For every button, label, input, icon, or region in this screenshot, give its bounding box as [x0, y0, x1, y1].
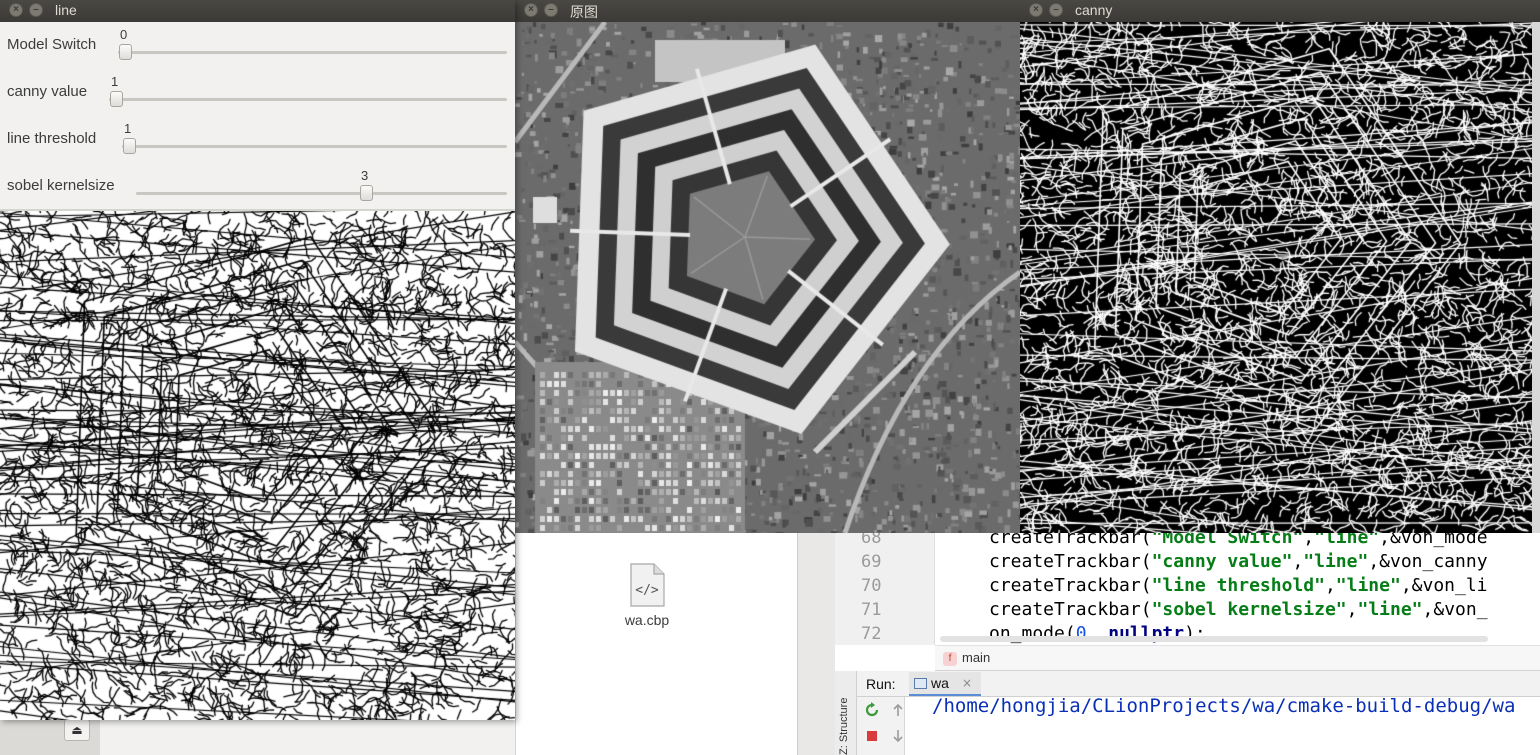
code-text: createTrackbar("line threshold","line",&… — [989, 574, 1488, 598]
code-token: "line" — [1357, 599, 1423, 620]
minimize-icon[interactable]: – — [544, 3, 558, 17]
code-token: "sobel kernelsize" — [1151, 599, 1347, 620]
close-icon[interactable]: × — [9, 3, 23, 17]
trackbar: canny value 1 — [0, 69, 515, 116]
code-token: "line threshold" — [1151, 575, 1325, 596]
eject-icon[interactable]: ⏏ — [64, 719, 90, 741]
line-number: 72 — [861, 624, 882, 644]
code-token: "line" — [1303, 551, 1369, 572]
console-icon — [914, 678, 927, 689]
trackbar: sobel kernelsize 3 — [0, 163, 515, 210]
original-image-window: × – 原图 — [515, 0, 1020, 533]
trackbar-value: 1 — [111, 74, 119, 89]
file-manager: </> wa.cbp — [515, 533, 797, 755]
code-text: createTrackbar("sobel kernelsize","line"… — [989, 598, 1488, 622]
code-token: , — [1324, 575, 1336, 596]
window-titlebar[interactable]: × – 原图 — [515, 0, 1020, 22]
trackbar-label: Model Switch — [7, 36, 97, 53]
trackbar-handle[interactable] — [123, 138, 136, 154]
minimize-icon[interactable]: – — [29, 3, 43, 17]
window-titlebar[interactable]: × – canny — [1020, 0, 1540, 22]
code-token: createTrackbar( — [989, 599, 1152, 620]
trackbar-track[interactable] — [118, 51, 507, 54]
background-scrollbar[interactable] — [1532, 22, 1540, 533]
stop-icon[interactable] — [863, 727, 881, 745]
down-arrow-icon[interactable] — [889, 727, 907, 745]
rerun-icon[interactable] — [863, 701, 881, 719]
line-number: 70 — [861, 576, 882, 596]
code-token: createTrackbar( — [989, 575, 1152, 596]
file-name[interactable]: wa.cbp — [600, 612, 694, 628]
code-token: , — [1292, 551, 1304, 572]
code-line[interactable]: 69 createTrackbar("canny value","line",&v… — [835, 550, 1540, 574]
background-panel — [797, 533, 835, 755]
trackbar: Model Switch 0 — [0, 22, 515, 69]
line-number: 71 — [861, 600, 882, 620]
code-token: "canny value" — [1151, 551, 1293, 572]
ide-window: 68 createTrackbar("Model Switch","line",&… — [835, 527, 1540, 755]
svg-text:</>: </> — [635, 583, 659, 598]
trackbar-track[interactable] — [136, 192, 507, 195]
trackbar-value: 0 — [120, 27, 128, 42]
trackbar-label: line threshold — [7, 130, 97, 147]
trackbar-handle[interactable] — [110, 91, 123, 107]
xml-file-icon[interactable]: </> — [629, 563, 665, 607]
canny-edge-image — [1020, 22, 1532, 533]
trackbar-value: 1 — [124, 121, 132, 136]
code-editor[interactable]: 68 createTrackbar("Model Switch","line",&… — [835, 526, 1540, 646]
trackbar: line threshold 1 — [0, 116, 515, 163]
close-icon[interactable]: × — [962, 676, 972, 690]
trackbar-label: canny value — [7, 83, 88, 100]
window-title: line — [55, 2, 77, 18]
trackbar-handle[interactable] — [360, 185, 373, 201]
code-line[interactable]: 71 createTrackbar("sobel kernelsize","lin… — [835, 598, 1540, 622]
aerial-photo — [515, 22, 1020, 533]
code-token: ,&von_canny — [1368, 551, 1488, 572]
line-edge-image — [0, 211, 515, 720]
code-line[interactable]: 70 createTrackbar("line threshold","line"… — [835, 574, 1540, 598]
trackbar-handle[interactable] — [119, 44, 132, 60]
breadcrumb-item-main[interactable]: main — [962, 650, 990, 665]
code-line[interactable]: 72 on_mode(0, nullptr); — [835, 622, 1540, 646]
up-arrow-icon[interactable] — [889, 701, 907, 719]
window-title: 原图 — [570, 4, 598, 20]
run-label: Run: — [866, 676, 896, 692]
tab-run-wa[interactable]: wa × — [909, 672, 981, 696]
line-window: × – line Model Switch 0 canny value 1 line t… — [0, 0, 515, 720]
code-token: , — [1346, 599, 1358, 620]
window-title: canny — [1075, 2, 1113, 18]
minimize-icon[interactable]: – — [1049, 3, 1063, 17]
run-tab-label: wa — [931, 675, 949, 691]
side-tool-strip: Z: Structure — [835, 671, 857, 755]
code-text: on_mode(0, nullptr); — [989, 622, 1206, 646]
code-token: ,&von_li — [1400, 575, 1488, 596]
tab-structure[interactable]: Z: Structure — [838, 679, 850, 755]
run-panel-header: Run: wa × — [857, 671, 1540, 697]
code-text: createTrackbar("canny value","line",&von… — [989, 550, 1488, 574]
code-token: ,&von_ — [1422, 599, 1488, 620]
close-icon[interactable]: × — [1029, 3, 1043, 17]
run-toolbar — [857, 697, 905, 755]
code-token: "line" — [1335, 575, 1401, 596]
window-titlebar[interactable]: × – line — [0, 0, 515, 22]
run-output-text[interactable]: /home/hongjia/CLionProjects/wa/cmake-bui… — [932, 695, 1515, 717]
trackbar-label: sobel kernelsize — [7, 177, 115, 194]
close-icon[interactable]: × — [524, 3, 538, 17]
line-number: 69 — [861, 552, 882, 572]
trackbar-track[interactable] — [122, 145, 507, 148]
canny-window: × – canny — [1020, 0, 1540, 533]
trackbar-value: 3 — [361, 168, 369, 183]
desktop: ⏏ </> wa.cbp 68 createTrackbar("Model Swi… — [0, 0, 1540, 755]
trackbar-track[interactable] — [109, 98, 507, 101]
code-token: createTrackbar( — [989, 551, 1152, 572]
editor-horizontal-scrollbar[interactable] — [940, 636, 1488, 642]
function-icon: f — [943, 652, 957, 666]
breadcrumb[interactable]: f main — [935, 645, 1540, 671]
